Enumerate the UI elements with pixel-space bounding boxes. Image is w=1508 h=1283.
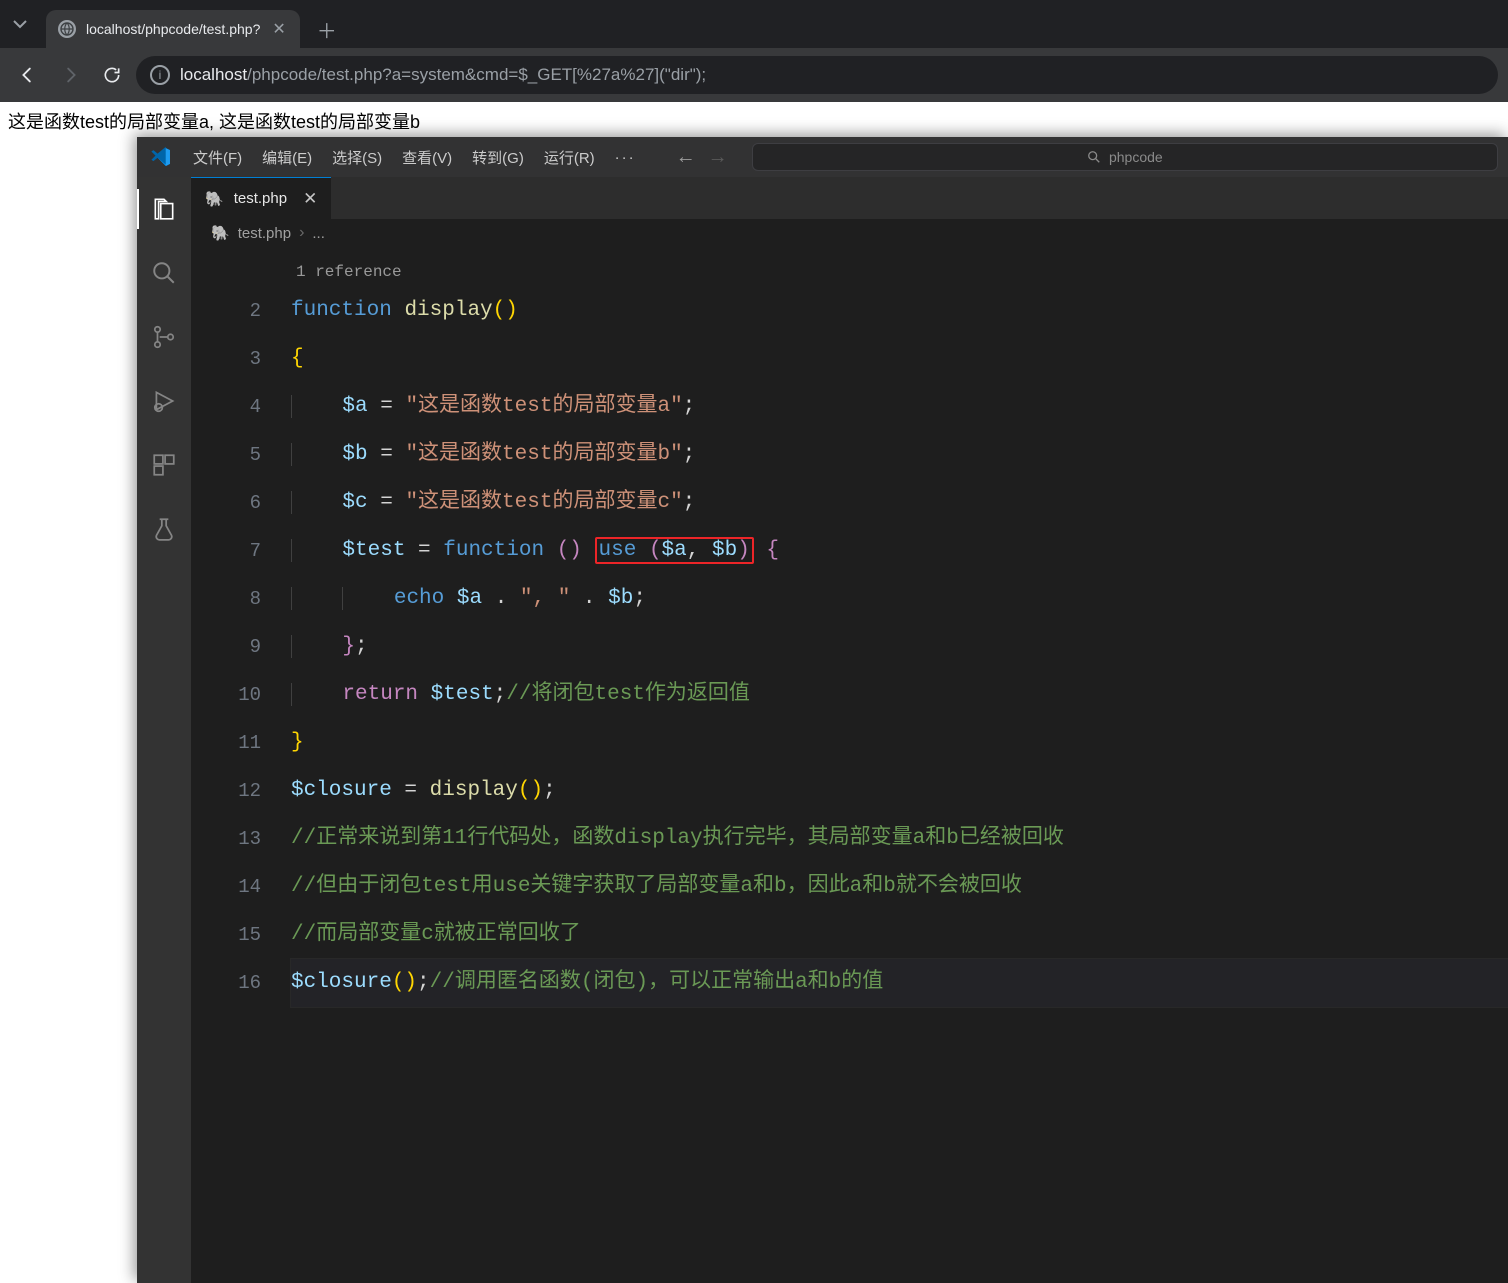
- highlighted-use-clause: use ($a, $b): [595, 537, 754, 564]
- activity-bar: [137, 177, 191, 1283]
- editor-tabs: 🐘 test.php ✕: [191, 177, 1508, 219]
- url-text: localhost/phpcode/test.php?a=system&cmd=…: [180, 65, 706, 85]
- editor-area: 🐘 test.php ✕ 🐘 test.php › ... 1 referenc…: [191, 177, 1508, 1283]
- code-line[interactable]: $test = function () use ($a, $b) {: [291, 527, 1508, 575]
- code-line[interactable]: return $test;//将闭包test作为返回值: [291, 671, 1508, 719]
- url-bar[interactable]: i localhost/phpcode/test.php?a=system&cm…: [136, 56, 1498, 94]
- testing-icon[interactable]: [137, 507, 191, 551]
- line-number: 7: [191, 527, 291, 575]
- search-icon: [1087, 150, 1101, 164]
- code-line[interactable]: }: [291, 719, 1508, 767]
- editor-nav-arrows: ← →: [676, 146, 728, 169]
- line-number: 6: [191, 479, 291, 527]
- line-number: 15: [191, 911, 291, 959]
- code-line[interactable]: //正常来说到第11行代码处，函数display执行完毕，其局部变量a和b已经被…: [291, 815, 1508, 863]
- line-number: 16: [191, 959, 291, 1007]
- browser-tab-active[interactable]: localhost/phpcode/test.php? ✕: [46, 10, 300, 48]
- chevron-right-icon: ›: [299, 224, 304, 242]
- breadcrumb[interactable]: 🐘 test.php › ...: [191, 219, 1508, 247]
- vscode-window: 文件(F) 编辑(E) 选择(S) 查看(V) 转到(G) 运行(R) ··· …: [137, 137, 1508, 1283]
- search-icon[interactable]: [137, 251, 191, 295]
- back-button[interactable]: [10, 57, 46, 93]
- line-number: 4: [191, 383, 291, 431]
- editor-viewport[interactable]: 1 reference 2 function display() 3 { 4 $…: [191, 247, 1508, 1283]
- menu-edit[interactable]: 编辑(E): [254, 143, 320, 172]
- php-file-icon: 🐘: [211, 224, 230, 242]
- run-debug-icon[interactable]: [137, 379, 191, 423]
- menu-select[interactable]: 选择(S): [324, 143, 390, 172]
- line-number: 2: [191, 287, 291, 335]
- line-number: 12: [191, 767, 291, 815]
- editor-forward-button[interactable]: →: [708, 146, 728, 169]
- line-number: 13: [191, 815, 291, 863]
- reload-button[interactable]: [94, 57, 130, 93]
- code-line[interactable]: //但由于闭包test用use关键字获取了局部变量a和b，因此a和b就不会被回收: [291, 863, 1508, 911]
- code-content: 1 reference 2 function display() 3 { 4 $…: [191, 247, 1508, 1007]
- forward-button[interactable]: [52, 57, 88, 93]
- code-line[interactable]: };: [291, 623, 1508, 671]
- code-line[interactable]: $closure = display();: [291, 767, 1508, 815]
- menu-more[interactable]: ···: [607, 145, 644, 170]
- code-line[interactable]: $c = "这是函数test的局部变量c";: [291, 479, 1508, 527]
- breadcrumb-more: ...: [312, 225, 325, 242]
- editor-back-button[interactable]: ←: [676, 146, 696, 169]
- close-icon[interactable]: ✕: [297, 189, 317, 209]
- line-number: 11: [191, 719, 291, 767]
- php-file-icon: 🐘: [205, 190, 224, 208]
- vscode-command-center[interactable]: phpcode: [752, 143, 1498, 171]
- close-icon[interactable]: ✕: [270, 19, 287, 39]
- page-body-output: 这是函数test的局部变量a, 这是函数test的局部变量b: [0, 102, 1508, 140]
- editor-tab-testphp[interactable]: 🐘 test.php ✕: [191, 177, 331, 219]
- new-tab-button[interactable]: ＋: [310, 12, 344, 46]
- line-number: 10: [191, 671, 291, 719]
- info-icon[interactable]: i: [150, 65, 170, 85]
- source-control-icon[interactable]: [137, 315, 191, 359]
- codelens-references[interactable]: 1 reference: [291, 247, 1508, 287]
- menu-goto[interactable]: 转到(G): [464, 143, 532, 172]
- vscode-logo-icon: [147, 143, 175, 171]
- line-number: 8: [191, 575, 291, 623]
- code-line[interactable]: function display(): [291, 287, 1508, 335]
- line-number: 9: [191, 623, 291, 671]
- browser-window-dropdown[interactable]: [0, 0, 40, 48]
- code-line[interactable]: $a = "这是函数test的局部变量a";: [291, 383, 1508, 431]
- editor-tab-title: test.php: [234, 190, 287, 207]
- code-line[interactable]: {: [291, 335, 1508, 383]
- explorer-icon[interactable]: [137, 187, 191, 231]
- browser-tabstrip: localhost/phpcode/test.php? ✕ ＋: [0, 0, 1508, 48]
- browser-tab-title: localhost/phpcode/test.php?: [86, 21, 260, 37]
- vscode-titlebar: 文件(F) 编辑(E) 选择(S) 查看(V) 转到(G) 运行(R) ··· …: [137, 137, 1508, 177]
- line-number: 3: [191, 335, 291, 383]
- menu-view[interactable]: 查看(V): [394, 143, 460, 172]
- breadcrumb-file: test.php: [238, 225, 291, 242]
- globe-icon: [58, 20, 76, 38]
- browser-toolbar: i localhost/phpcode/test.php?a=system&cm…: [0, 48, 1508, 102]
- menu-file[interactable]: 文件(F): [185, 143, 250, 172]
- menu-run[interactable]: 运行(R): [536, 143, 603, 172]
- code-line[interactable]: $b = "这是函数test的局部变量b";: [291, 431, 1508, 479]
- vscode-search-text: phpcode: [1109, 149, 1163, 165]
- line-number: 14: [191, 863, 291, 911]
- code-line[interactable]: //而局部变量c就被正常回收了: [291, 911, 1508, 959]
- line-number: 5: [191, 431, 291, 479]
- code-line-current[interactable]: $closure();//调用匿名函数(闭包)，可以正常输出a和b的值: [291, 959, 1508, 1007]
- extensions-icon[interactable]: [137, 443, 191, 487]
- code-line[interactable]: echo $a . ", " . $b;: [291, 575, 1508, 623]
